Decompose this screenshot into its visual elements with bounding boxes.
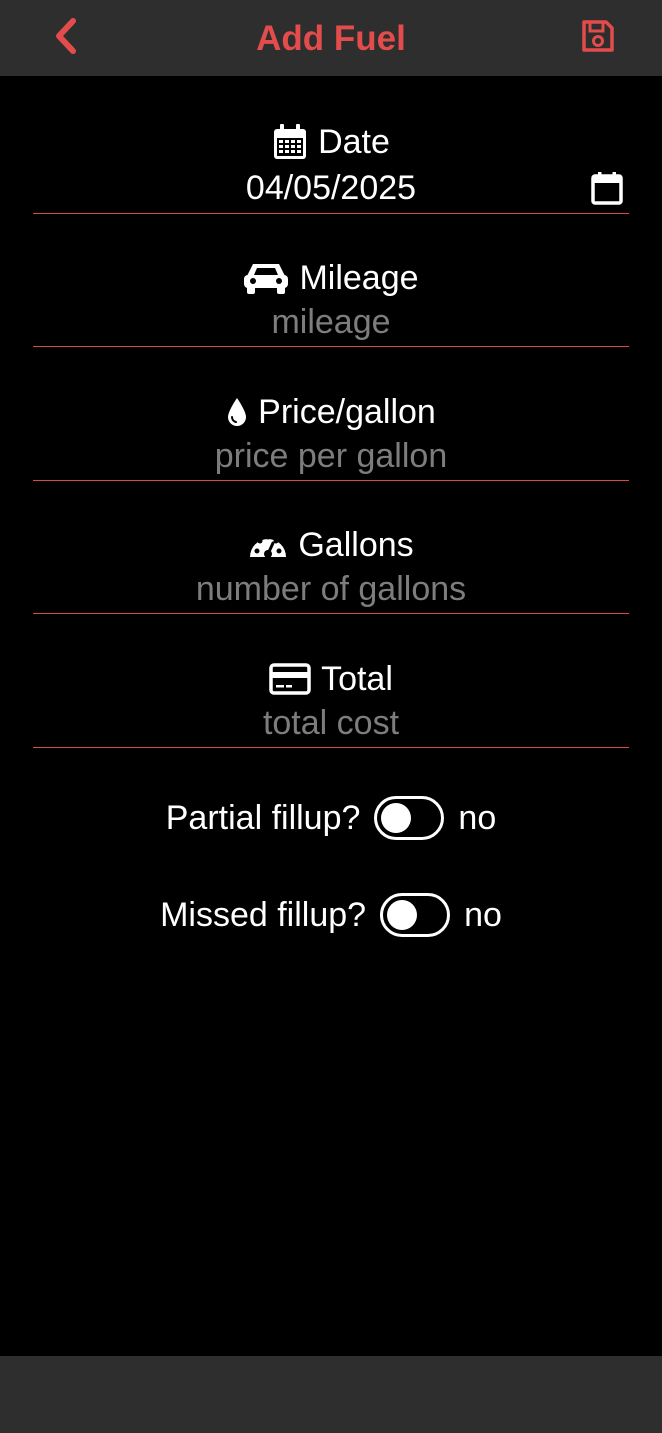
gallons-label: Gallons — [298, 526, 414, 564]
gallons-label-row: Gallons — [33, 525, 629, 565]
bottom-bar — [0, 1356, 662, 1433]
car-icon — [243, 260, 289, 296]
gauge-icon — [248, 529, 288, 561]
price-field[interactable]: Price/gallon price per gallon — [33, 392, 629, 481]
missed-fillup-toggle[interactable] — [380, 893, 451, 937]
date-label-row: Date — [33, 122, 629, 162]
partial-fillup-row: Partial fillup? no — [0, 796, 662, 840]
gallons-input[interactable]: number of gallons — [33, 569, 629, 613]
mileage-input[interactable]: mileage — [33, 302, 629, 346]
date-picker-button[interactable] — [591, 171, 623, 210]
toggle-knob — [381, 803, 412, 833]
total-label-row: Total — [33, 659, 629, 699]
top-app-bar: Add Fuel — [0, 0, 662, 76]
credit-card-icon — [269, 663, 311, 695]
price-label-row: Price/gallon — [33, 392, 629, 432]
total-field[interactable]: Total total cost — [33, 659, 629, 748]
total-input[interactable]: total cost — [33, 703, 629, 747]
mileage-field[interactable]: Mileage mileage — [33, 258, 629, 347]
gallons-field[interactable]: Gallons number of gallons — [33, 525, 629, 614]
missed-fillup-state: no — [464, 896, 502, 934]
calendar-outline-icon — [591, 171, 623, 210]
date-field[interactable]: Date 04/05/2025 — [33, 122, 629, 214]
missed-fillup-row: Missed fillup? no — [0, 893, 662, 937]
total-label: Total — [321, 660, 393, 698]
partial-fillup-state: no — [458, 799, 497, 837]
mileage-label: Mileage — [299, 259, 419, 297]
missed-fillup-label: Missed fillup? — [160, 896, 367, 934]
toggle-knob — [387, 900, 418, 930]
page-title: Add Fuel — [256, 19, 406, 58]
droplet-icon — [226, 396, 248, 428]
partial-fillup-label: Partial fillup? — [165, 799, 361, 837]
partial-fillup-toggle[interactable] — [374, 796, 445, 840]
save-button[interactable] — [574, 16, 622, 60]
date-input[interactable]: 04/05/2025 — [33, 168, 629, 212]
date-label: Date — [318, 123, 390, 161]
floppy-disk-icon — [580, 18, 616, 59]
calendar-icon — [272, 123, 308, 161]
price-input[interactable]: price per gallon — [33, 436, 629, 480]
mileage-label-row: Mileage — [33, 258, 629, 298]
price-label: Price/gallon — [258, 393, 436, 431]
